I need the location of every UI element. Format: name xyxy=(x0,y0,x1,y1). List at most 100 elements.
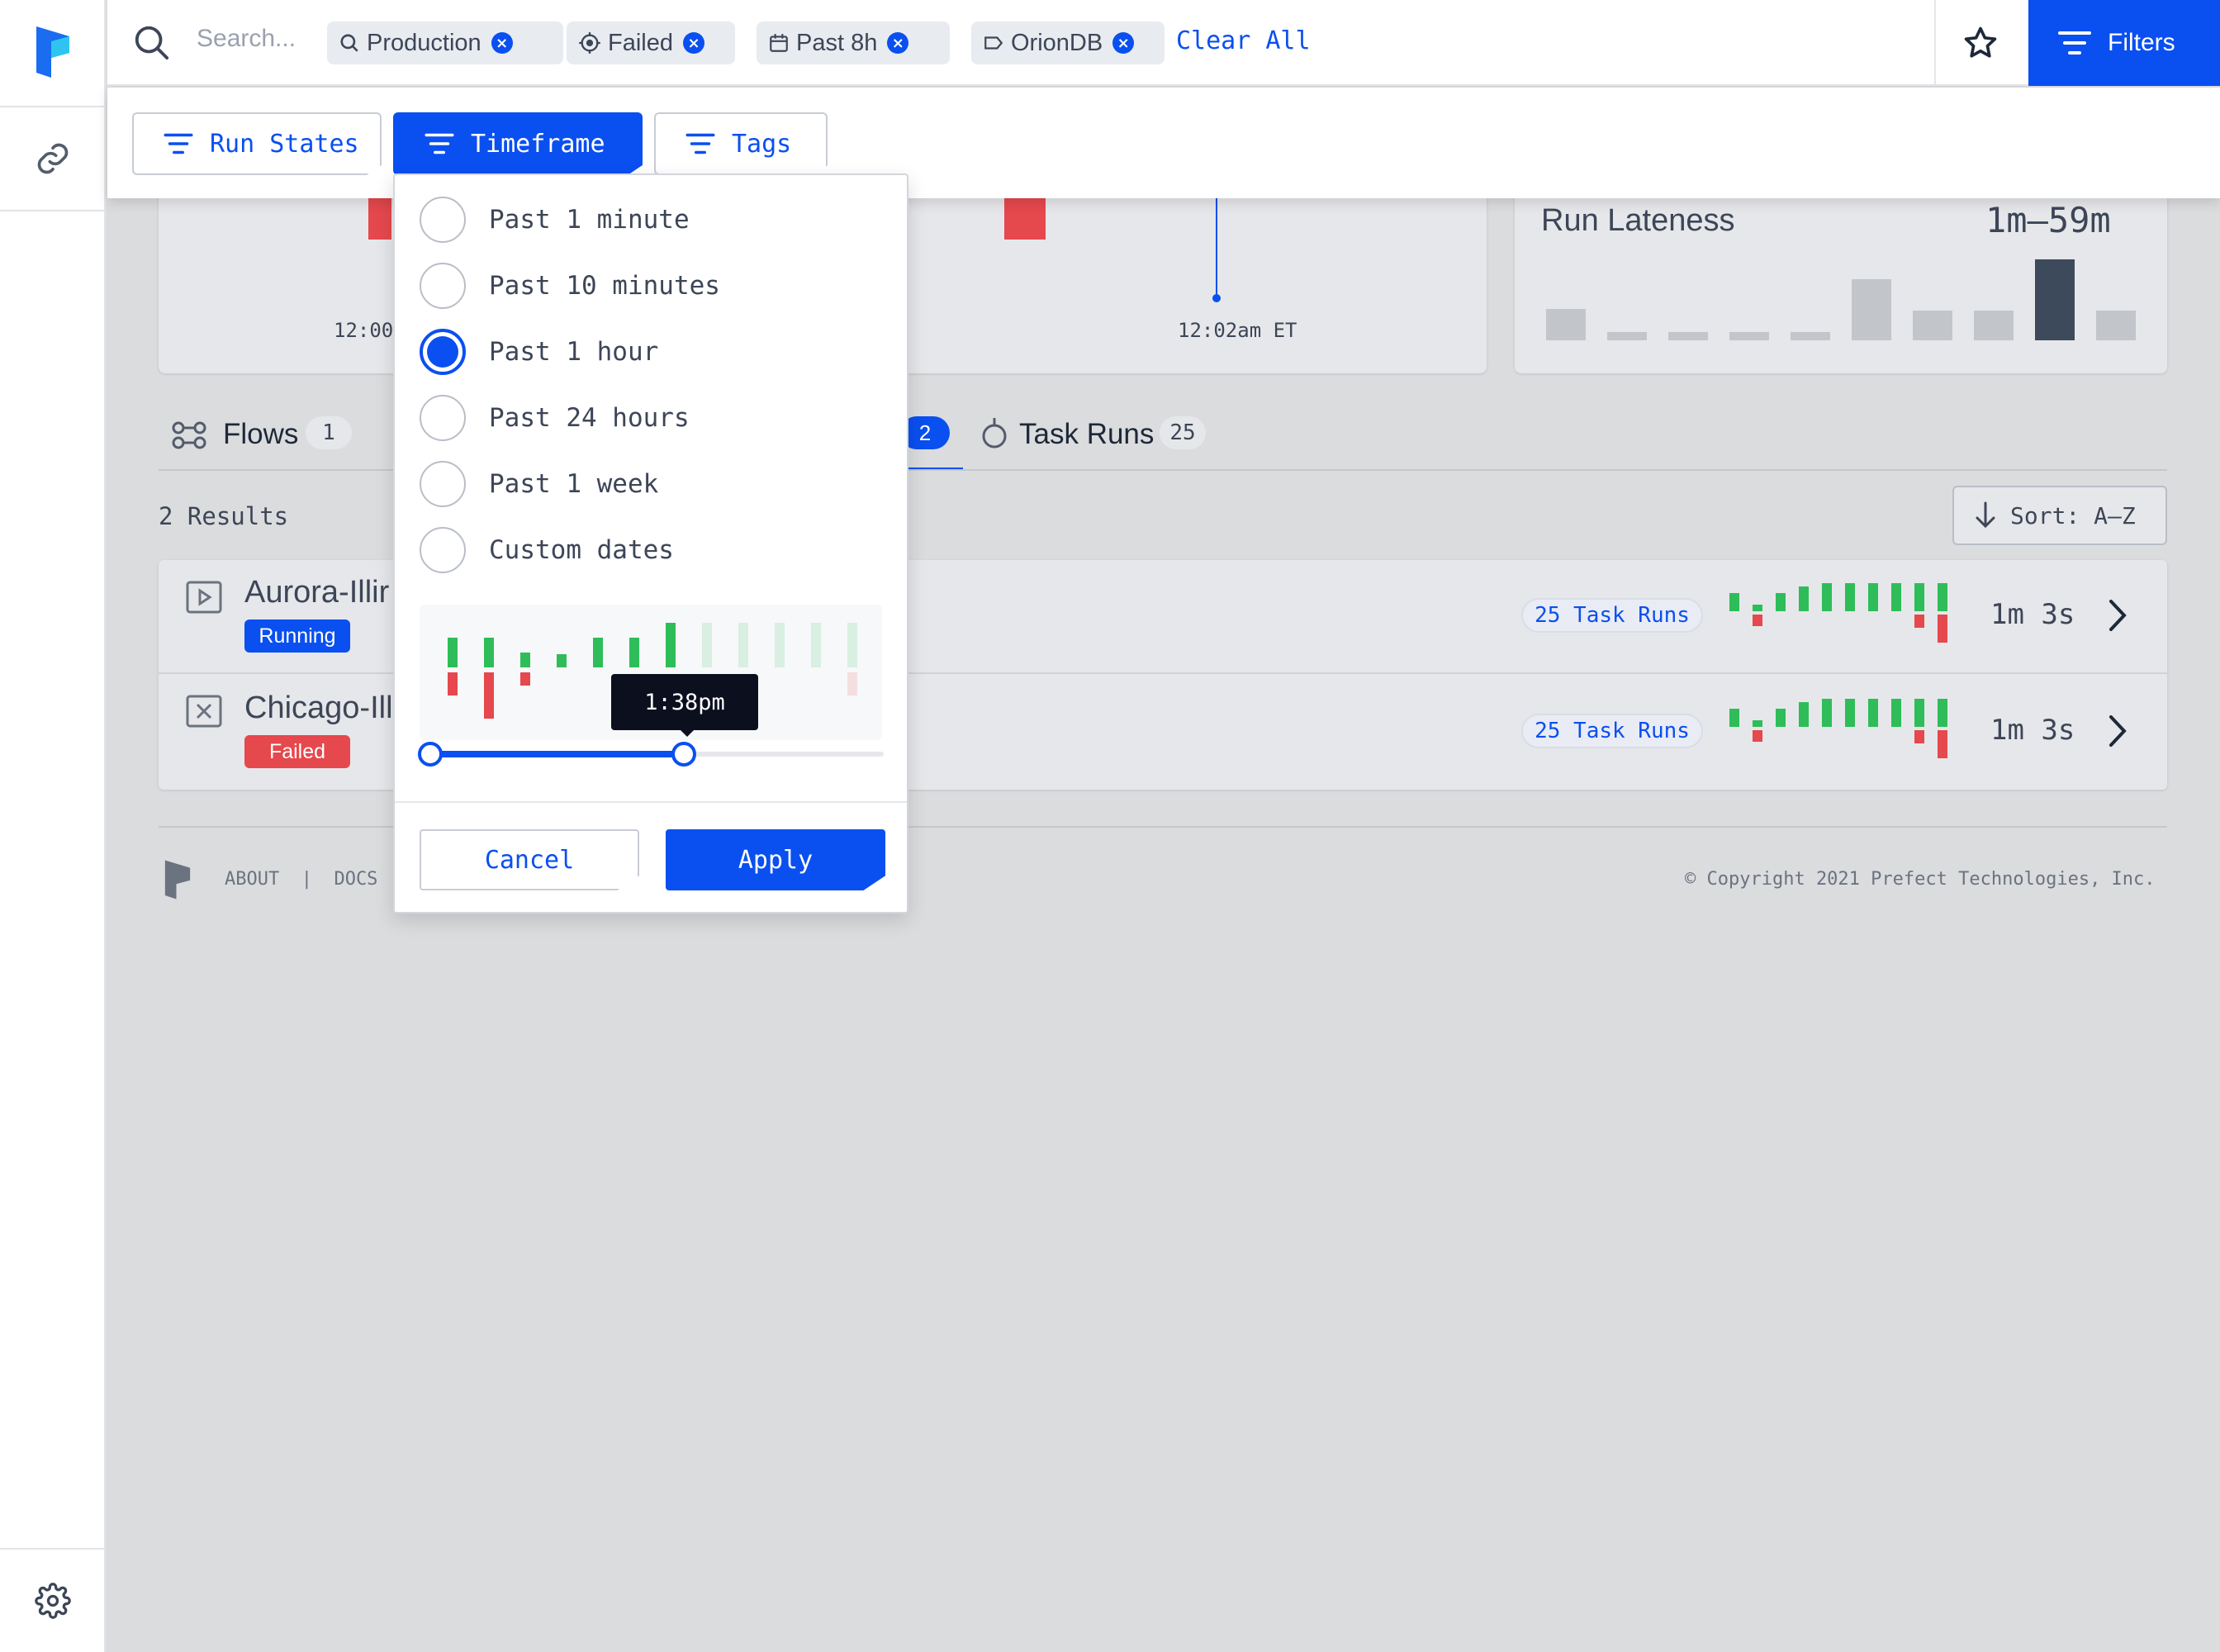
option-label: Past 1 week xyxy=(489,469,659,499)
sparkline-success-bar xyxy=(1914,699,1924,727)
tab-label: Timeframe xyxy=(471,129,605,159)
option-label: Past 1 minute xyxy=(489,205,690,235)
filter-chip-past-8h[interactable]: Past 8h × xyxy=(757,21,950,64)
task-runs-icon xyxy=(978,416,1011,457)
tab-timeframe[interactable]: Timeframe xyxy=(393,112,643,175)
status-badge: Failed xyxy=(244,735,350,768)
chip-label: OrionDB xyxy=(1011,29,1103,56)
cancel-button[interactable]: Cancel xyxy=(420,829,639,890)
flows-icon xyxy=(170,418,208,455)
radio-button[interactable] xyxy=(420,461,466,507)
run-lateness-value: 1m‒59m xyxy=(1985,200,2111,240)
sparkline-failure-bar xyxy=(1938,615,1947,643)
remove-chip-icon[interactable]: × xyxy=(491,32,513,54)
tab-run-states[interactable]: Run States xyxy=(132,112,382,175)
option-past-1-minute[interactable]: Past 1 minute xyxy=(420,195,690,244)
histogram-success-bar xyxy=(629,638,639,667)
flows-count: 1 xyxy=(306,416,352,449)
sparkline-failure-bar xyxy=(1914,730,1924,743)
link-icon[interactable] xyxy=(35,140,71,181)
task-run-sparkline xyxy=(1729,583,1952,651)
slider-handle-start[interactable] xyxy=(418,742,443,767)
radio-button[interactable] xyxy=(420,197,466,243)
histogram-failure-bar xyxy=(520,672,530,686)
sparkline-failure-bar xyxy=(1753,615,1762,626)
sparkline-success-bar xyxy=(1776,593,1786,611)
remove-chip-icon[interactable]: × xyxy=(887,32,909,54)
settings-gear-icon[interactable] xyxy=(35,1583,71,1623)
option-custom-dates[interactable]: Custom dates xyxy=(420,525,674,575)
tab-label: Tags xyxy=(732,129,792,159)
chip-label: Production xyxy=(367,29,481,56)
run-lateness-title: Run Lateness xyxy=(1541,203,1735,238)
run-name[interactable]: Chicago-Ill xyxy=(244,691,393,726)
option-past-1-week[interactable]: Past 1 week xyxy=(420,459,658,509)
filter-icon xyxy=(685,133,715,154)
sparkline-success-bar xyxy=(1868,699,1878,727)
chevron-right-icon[interactable] xyxy=(2104,596,2129,638)
results-count: 2 Results xyxy=(159,502,289,530)
tab-flows[interactable]: Flows xyxy=(223,418,298,451)
apply-button[interactable]: Apply xyxy=(666,829,885,890)
arrow-down-icon xyxy=(1976,501,1995,529)
histogram-success-bar xyxy=(484,638,494,667)
sparkline-success-bar xyxy=(1776,709,1786,727)
footer-links[interactable]: ABOUT | DOCS | xyxy=(225,869,410,890)
chevron-right-icon[interactable] xyxy=(2104,712,2129,754)
chip-label: Past 8h xyxy=(796,29,878,56)
task-runs-count: 25 xyxy=(1160,416,1206,449)
copyright: © Copyright 2021 Prefect Technologies, I… xyxy=(1685,869,2156,890)
option-past-10-minutes[interactable]: Past 10 minutes xyxy=(420,261,720,311)
sparkline-success-bar xyxy=(1799,702,1809,727)
task-runs-pill[interactable]: 25 Task Runs xyxy=(1521,714,1703,748)
task-runs-pill[interactable]: 25 Task Runs xyxy=(1521,598,1703,633)
time-slider-fill xyxy=(429,751,684,757)
search-icon xyxy=(340,34,358,52)
histogram-success-bar xyxy=(448,638,458,667)
left-sidebar xyxy=(0,0,106,1652)
search-icon[interactable] xyxy=(132,23,170,65)
radio-button-selected[interactable] xyxy=(420,329,466,375)
filter-icon xyxy=(2058,31,2091,55)
tab-label: Run States xyxy=(210,129,359,159)
sparkline-success-bar xyxy=(1822,699,1832,727)
option-past-24-hours[interactable]: Past 24 hours xyxy=(420,393,690,443)
histogram-success-bar xyxy=(520,653,530,667)
run-name[interactable]: Aurora-Illir xyxy=(244,575,389,610)
filters-button[interactable]: Filters xyxy=(2028,0,2220,86)
sort-button[interactable]: Sort: A–Z xyxy=(1952,486,2167,545)
histogram-success-bar xyxy=(738,623,748,667)
sort-label: Sort: A–Z xyxy=(2010,501,2136,529)
histogram-success-bar xyxy=(811,623,821,667)
filter-chip-failed[interactable]: Failed × xyxy=(567,21,735,64)
sparkline-failure-bar xyxy=(1753,730,1762,742)
sparkline-success-bar xyxy=(1822,583,1832,611)
search-input[interactable]: Search... xyxy=(197,25,296,53)
sparkline-success-bar xyxy=(1799,586,1809,611)
histogram-failure-bar xyxy=(847,672,857,695)
tab-tags[interactable]: Tags xyxy=(654,112,828,175)
sparkline-failure-bar xyxy=(1938,730,1947,758)
sparkline-success-bar xyxy=(1891,583,1901,611)
filter-icon xyxy=(425,133,454,154)
prefect-logo[interactable] xyxy=(35,25,71,79)
time-label: 12:00 xyxy=(334,319,394,342)
radio-button[interactable] xyxy=(420,395,466,441)
option-label: Past 10 minutes xyxy=(489,271,720,301)
histogram-failure-bar xyxy=(484,672,494,719)
remove-chip-icon[interactable]: × xyxy=(683,32,704,54)
option-past-1-hour[interactable]: Past 1 hour xyxy=(420,327,658,377)
radio-button[interactable] xyxy=(420,527,466,573)
star-icon[interactable] xyxy=(1962,25,1999,65)
calendar-icon xyxy=(770,34,788,52)
filter-chip-production[interactable]: Production × xyxy=(327,21,563,64)
run-duration: 1m 3s xyxy=(1990,598,2075,631)
tab-task-runs[interactable]: Task Runs xyxy=(1019,418,1154,451)
remove-chip-icon[interactable]: × xyxy=(1112,32,1135,54)
radio-button[interactable] xyxy=(420,263,466,309)
clear-all-link[interactable]: Clear All xyxy=(1176,26,1311,55)
slider-tooltip: 1:38pm xyxy=(611,674,758,730)
filter-chip-oriondb[interactable]: OrionDB × xyxy=(971,21,1165,64)
sparkline-success-bar xyxy=(1845,699,1855,727)
slider-handle-end[interactable] xyxy=(671,742,696,767)
